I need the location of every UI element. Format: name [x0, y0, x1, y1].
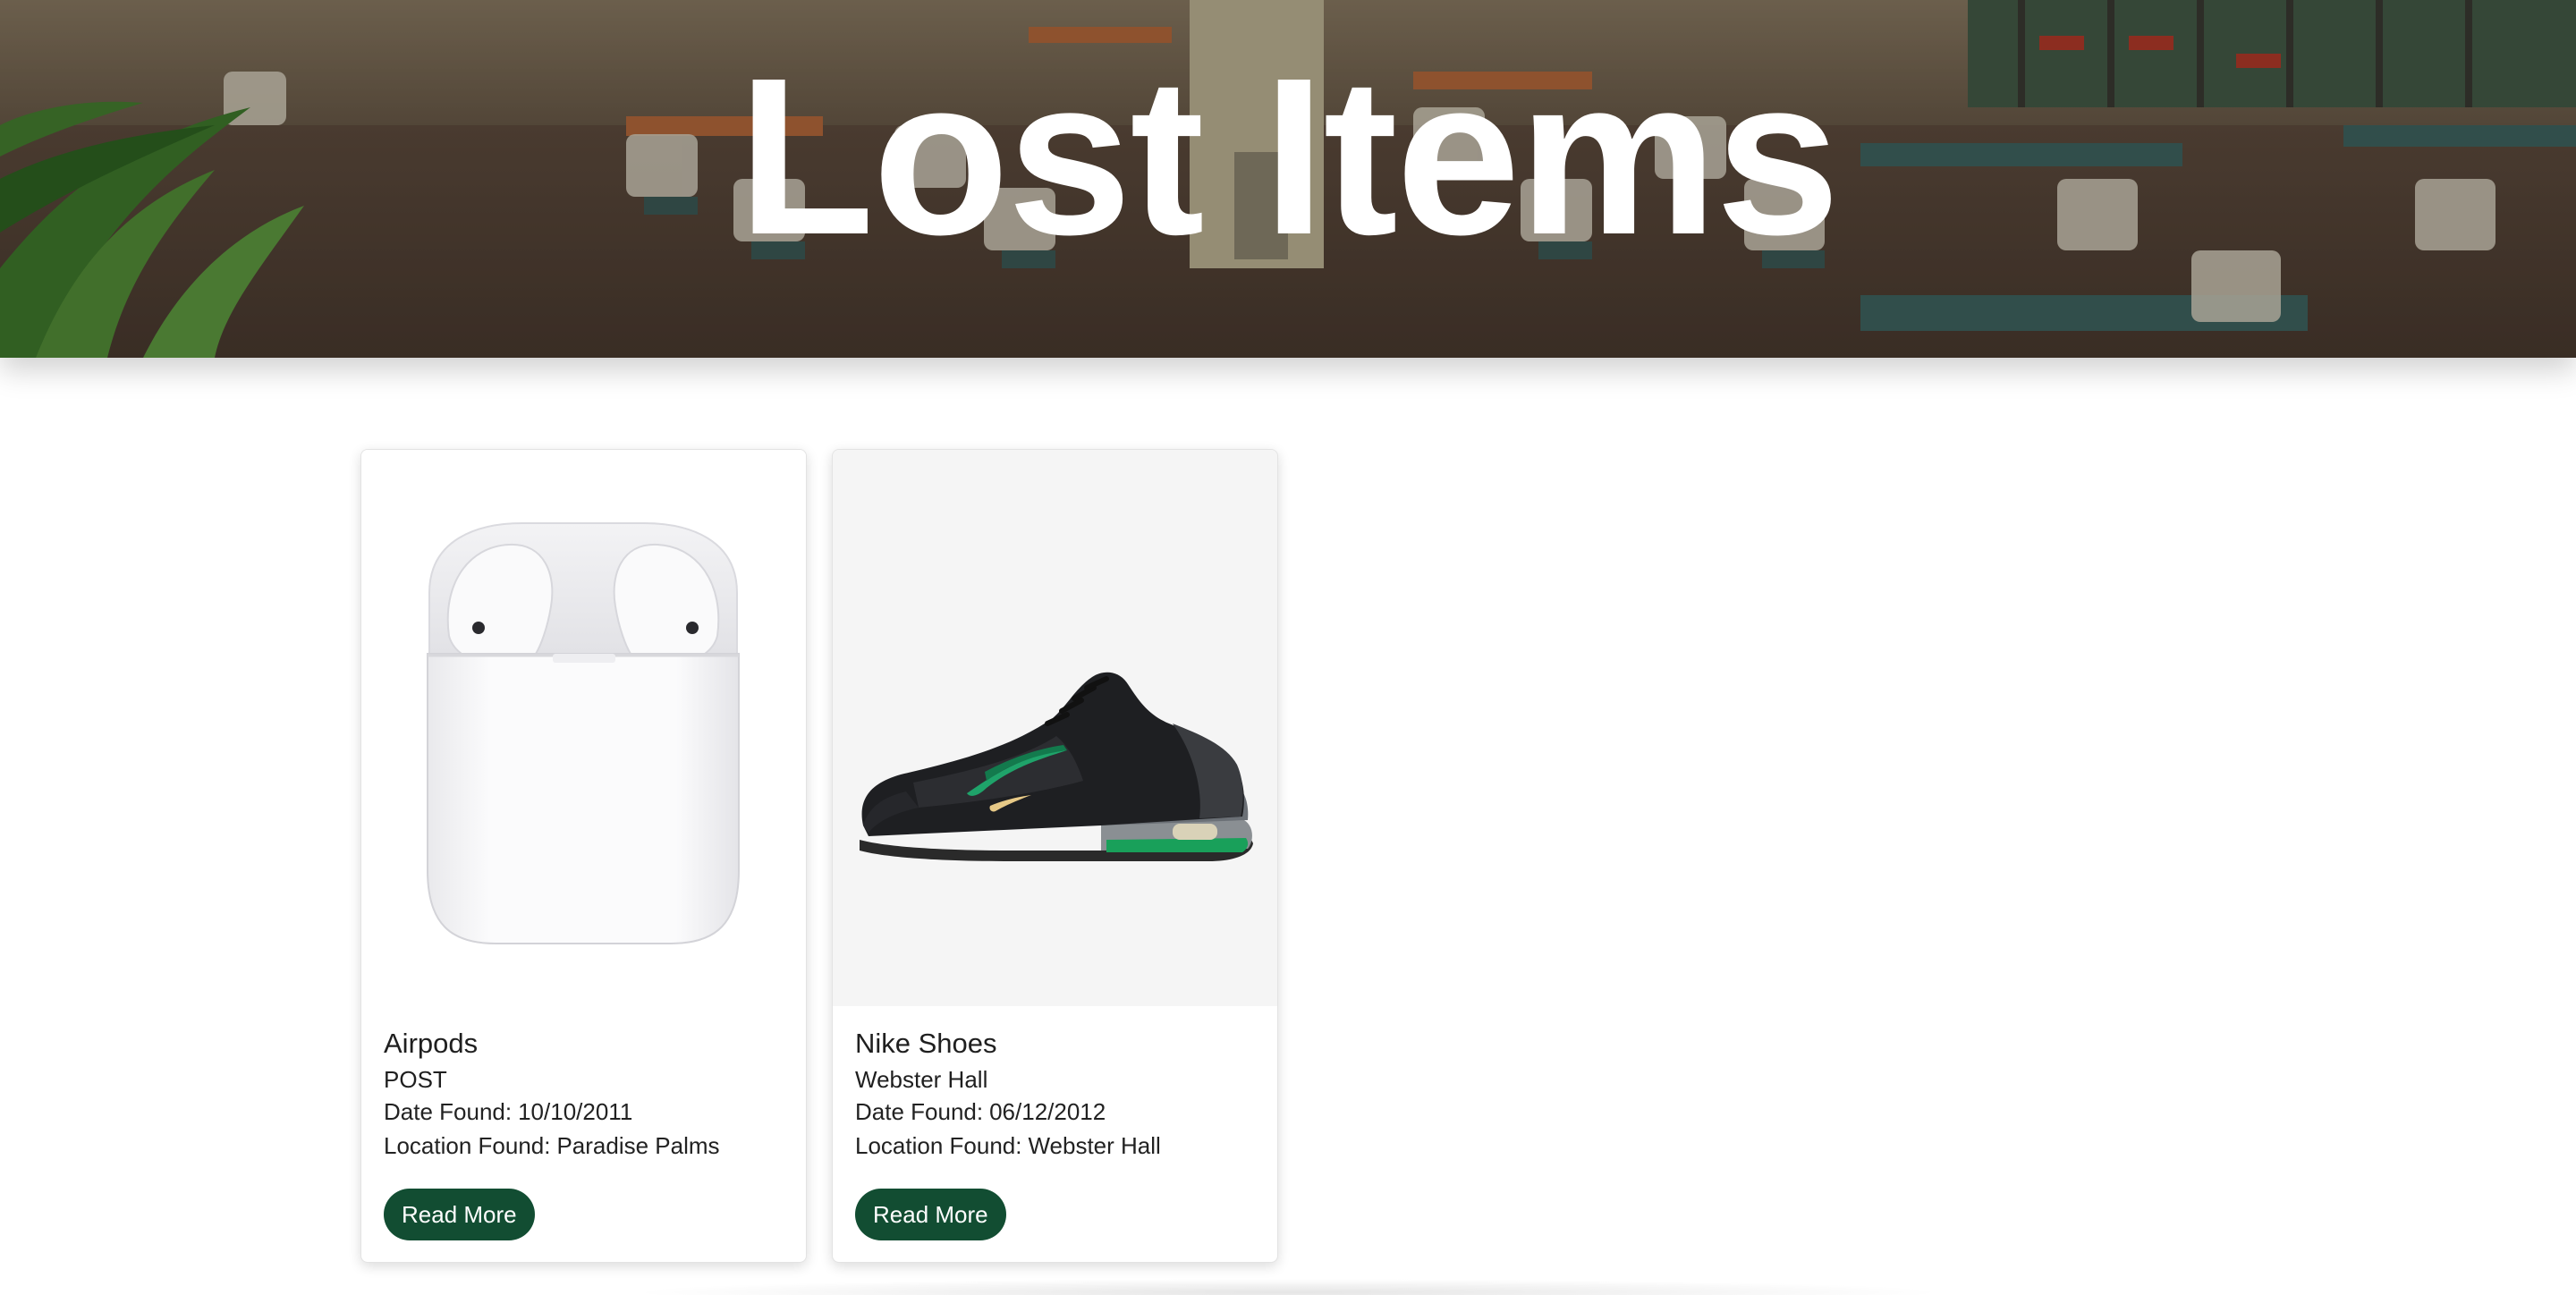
item-card-list: Airpods POST Date Found: 10/10/2011 Locat… — [360, 449, 1278, 1263]
card-body: Airpods POST Date Found: 10/10/2011 Locat… — [384, 1027, 788, 1163]
item-name: Nike Shoes — [855, 1028, 997, 1059]
footer-shadow — [626, 1279, 1950, 1295]
date-found-label: Date Found: — [384, 1098, 513, 1125]
page-title: Lost Items — [737, 31, 1840, 281]
date-found-value: 10/10/2011 — [518, 1098, 633, 1125]
sneaker-icon — [833, 450, 1277, 1006]
hero-banner: Lost Items — [0, 0, 2576, 358]
location-found: Location Found: Webster Hall — [855, 1129, 1259, 1163]
read-more-button[interactable]: Read More — [855, 1189, 1006, 1240]
item-subtitle: Webster Hall — [855, 1066, 988, 1093]
date-found: Date Found: 10/10/2011 — [384, 1095, 788, 1129]
item-subtitle: POST — [384, 1066, 447, 1093]
item-image — [427, 522, 740, 944]
item-card: Airpods POST Date Found: 10/10/2011 Locat… — [360, 449, 807, 1263]
page: Lost Items Airpods POST Date Found: 10/1… — [0, 0, 2576, 1295]
airpods-case-icon — [361, 450, 806, 1006]
location-found-value: Paradise Palms — [556, 1132, 720, 1159]
item-name: Airpods — [384, 1028, 479, 1059]
location-found: Location Found: Paradise Palms — [384, 1129, 788, 1163]
item-image — [860, 672, 1253, 861]
date-found-label: Date Found: — [855, 1098, 984, 1125]
date-found-value: 06/12/2012 — [989, 1098, 1106, 1125]
location-found-label: Location Found: — [855, 1132, 1022, 1159]
item-card: Nike Shoes Webster Hall Date Found: 06/12… — [832, 449, 1278, 1263]
location-found-value: Webster Hall — [1028, 1132, 1161, 1159]
card-body: Nike Shoes Webster Hall Date Found: 06/12… — [855, 1027, 1259, 1163]
location-found-label: Location Found: — [384, 1132, 551, 1159]
read-more-button[interactable]: Read More — [384, 1189, 535, 1240]
date-found: Date Found: 06/12/2012 — [855, 1095, 1259, 1129]
